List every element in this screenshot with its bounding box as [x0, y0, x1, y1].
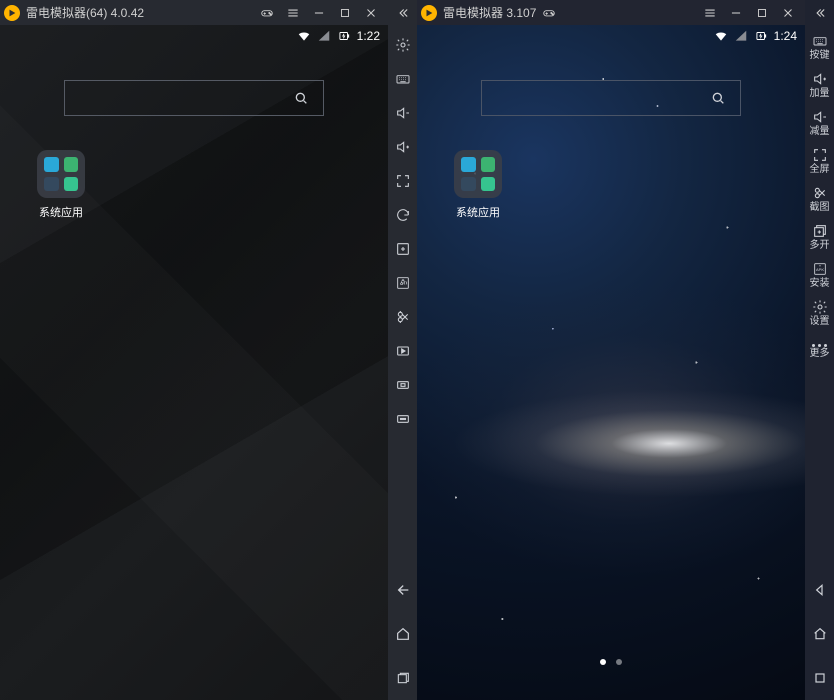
rotate-button[interactable]	[388, 368, 417, 402]
status-bar: 1:24	[417, 25, 805, 47]
record-button[interactable]	[388, 334, 417, 368]
more-icon	[812, 344, 827, 347]
search-icon	[710, 90, 726, 106]
volume-up-label: 加量	[810, 89, 830, 99]
volume-up-button[interactable]	[388, 130, 417, 164]
svg-text:APK: APK	[815, 267, 823, 272]
keymap-label: 按键	[810, 51, 830, 61]
close-button[interactable]	[358, 0, 384, 25]
add-button[interactable]	[388, 232, 417, 266]
collapse-button[interactable]	[388, 6, 417, 28]
nav-home-button[interactable]	[388, 612, 417, 656]
more-button[interactable]	[388, 402, 417, 436]
screenshot-button[interactable]: 截图	[805, 180, 834, 218]
settings-button[interactable]	[388, 28, 417, 62]
folder-icon	[454, 150, 502, 198]
battery-charging-icon	[754, 29, 768, 43]
maximize-button[interactable]	[332, 0, 358, 25]
page-indicator	[417, 659, 805, 665]
menu-icon[interactable]	[280, 0, 306, 25]
emulator-window-right: 雷电模拟器 3.107 1:24 系统应用	[417, 0, 805, 700]
folder-icon	[37, 150, 85, 198]
keymap-button[interactable]: 按键	[805, 28, 834, 66]
app-logo-icon	[421, 5, 437, 21]
more-label: 更多	[810, 349, 830, 359]
window-title: 雷电模拟器 3.107	[443, 4, 536, 21]
wifi-icon	[297, 29, 311, 43]
search-input[interactable]	[481, 80, 741, 116]
screenshot-label: 截图	[810, 203, 830, 213]
wifi-icon	[714, 29, 728, 43]
settings-button[interactable]: 设置	[805, 294, 834, 332]
emulator-window-left: 雷电模拟器(64) 4.0.42 1:22 系统应用	[0, 0, 388, 700]
device-screen[interactable]: 1:22 系统应用	[0, 25, 388, 700]
status-bar: 1:22	[0, 25, 388, 47]
system-apps-folder[interactable]: 系统应用	[30, 150, 92, 220]
screenshot-button[interactable]	[388, 300, 417, 334]
keyboard-button[interactable]	[388, 62, 417, 96]
status-time: 1:24	[774, 29, 797, 43]
multi-label: 多开	[810, 241, 830, 251]
install-apk-button[interactable]	[388, 266, 417, 300]
menu-icon[interactable]	[697, 0, 723, 25]
signal-icon	[317, 29, 331, 43]
titlebar[interactable]: 雷电模拟器 3.107	[417, 0, 805, 25]
settings-label: 设置	[810, 317, 830, 327]
volume-down-label: 减量	[810, 127, 830, 137]
nav-back-button[interactable]	[388, 568, 417, 612]
nav-back-button[interactable]	[805, 568, 834, 612]
volume-down-button[interactable]: 减量	[805, 104, 834, 142]
close-button[interactable]	[775, 0, 801, 25]
collapse-button[interactable]	[805, 6, 834, 28]
system-apps-folder[interactable]: 系统应用	[447, 150, 509, 220]
fullscreen-label: 全屏	[810, 165, 830, 175]
titlebar[interactable]: 雷电模拟器(64) 4.0.42	[0, 0, 388, 25]
search-icon	[293, 90, 309, 106]
install-label: 安装	[810, 279, 830, 289]
maximize-button[interactable]	[749, 0, 775, 25]
minimize-button[interactable]	[306, 0, 332, 25]
app-logo-icon	[4, 5, 20, 21]
more-button[interactable]: 更多	[805, 332, 834, 370]
sync-button[interactable]	[388, 198, 417, 232]
gamepad-icon[interactable]	[254, 0, 280, 25]
folder-label: 系统应用	[456, 204, 500, 220]
gamepad-icon[interactable]	[536, 0, 562, 25]
side-toolbar-left	[388, 0, 417, 700]
page-dot[interactable]	[616, 659, 622, 665]
minimize-button[interactable]	[723, 0, 749, 25]
nav-recents-button[interactable]	[388, 656, 417, 700]
install-apk-button[interactable]: APK 安装	[805, 256, 834, 294]
volume-down-button[interactable]	[388, 96, 417, 130]
battery-charging-icon	[337, 29, 351, 43]
folder-label: 系统应用	[39, 204, 83, 220]
fullscreen-button[interactable]: 全屏	[805, 142, 834, 180]
fullscreen-button[interactable]	[388, 164, 417, 198]
nav-home-button[interactable]	[805, 612, 834, 656]
multi-instance-button[interactable]: 多开	[805, 218, 834, 256]
search-input[interactable]	[64, 80, 324, 116]
nav-recents-button[interactable]	[805, 656, 834, 700]
window-title: 雷电模拟器(64) 4.0.42	[26, 4, 144, 21]
page-dot-active	[600, 659, 606, 665]
device-screen[interactable]: 1:24 系统应用	[417, 25, 805, 700]
status-time: 1:22	[357, 29, 380, 43]
side-toolbar-right: 按键 加量 减量 全屏 截图 多开 APK 安装 设置 更多	[805, 0, 834, 700]
volume-up-button[interactable]: 加量	[805, 66, 834, 104]
signal-icon	[734, 29, 748, 43]
